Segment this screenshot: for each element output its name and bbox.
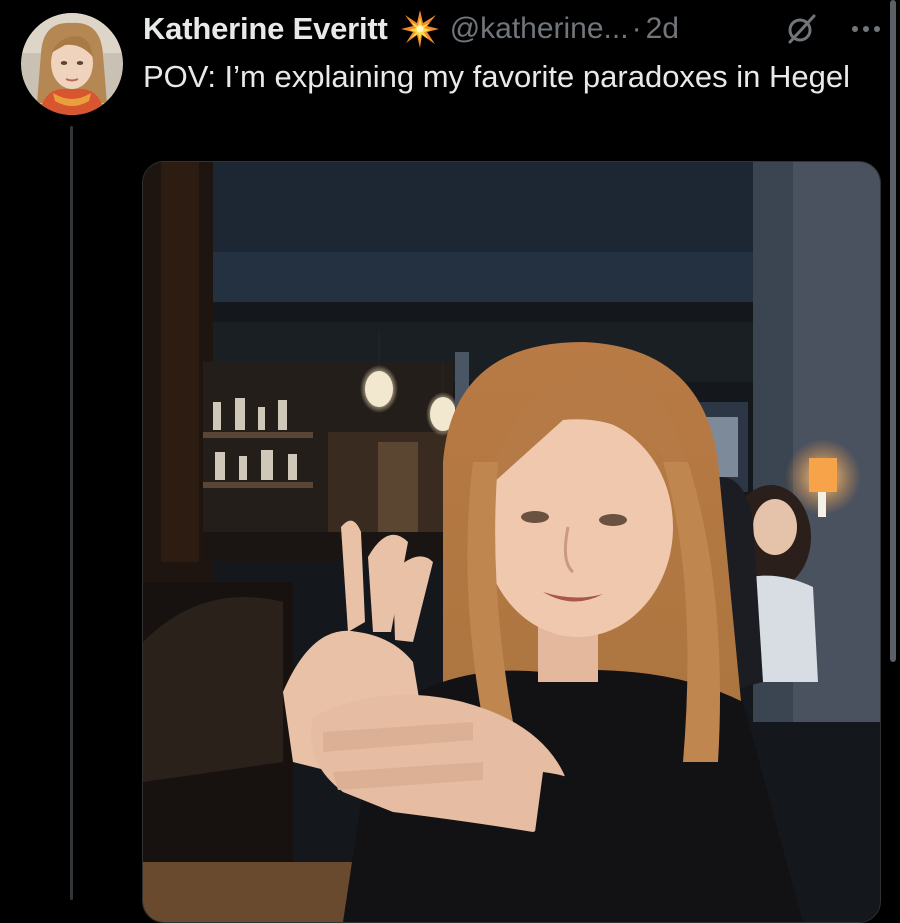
grok-icon[interactable]: [785, 13, 817, 45]
more-options-icon[interactable]: [852, 26, 880, 32]
separator-dot: ·: [631, 12, 642, 45]
more-dot: [852, 26, 858, 32]
scrollbar[interactable]: [890, 0, 896, 662]
post-text: POV: I’m explaining my favorite paradoxe…: [143, 59, 851, 94]
post-timestamp[interactable]: 2d: [646, 12, 679, 46]
photo-image: [143, 162, 880, 922]
more-dot: [863, 26, 869, 32]
more-dot: [874, 26, 880, 32]
post-header: Katherine Everitt @katherine... · 2d: [143, 8, 880, 50]
author-name[interactable]: Katherine Everitt: [143, 11, 388, 47]
avatar-image: [21, 13, 123, 115]
author-handle[interactable]: @katherine...: [450, 12, 629, 46]
thread-line: [70, 126, 73, 900]
sparkle-burst-icon: [400, 10, 439, 48]
post-photo[interactable]: [142, 161, 881, 923]
avatar[interactable]: [21, 13, 123, 115]
